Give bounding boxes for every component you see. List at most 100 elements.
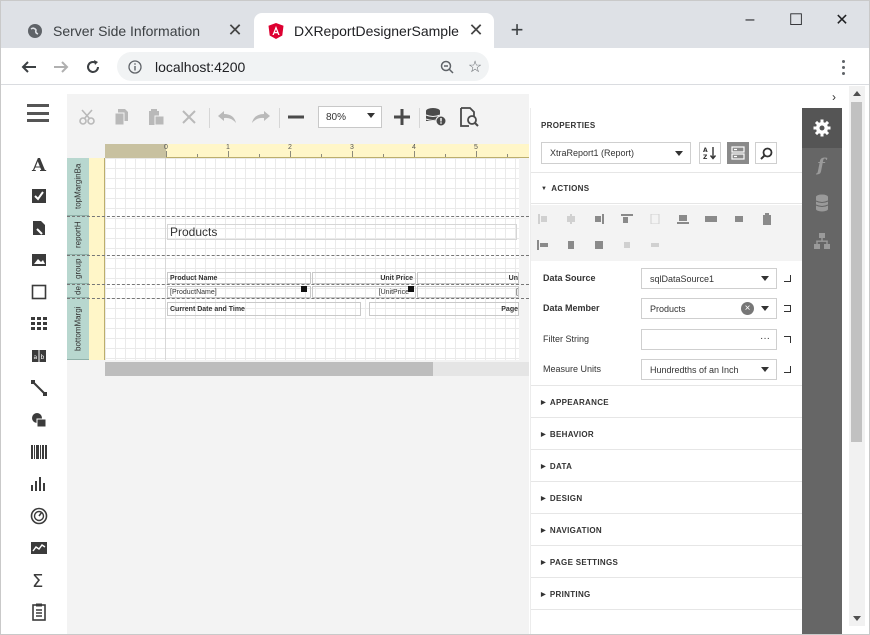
tab-dxreportdesignersample[interactable]: DXReportDesignerSample ✕: [254, 13, 494, 48]
align-right-icon[interactable]: [593, 213, 605, 225]
report-page[interactable]: Products Product Name Unit Price Un [Pro…: [105, 158, 519, 360]
delete-icon[interactable]: [181, 104, 197, 130]
center-horizontally-icon[interactable]: [733, 213, 745, 225]
product-name-field[interactable]: [ProductName]: [167, 286, 311, 298]
data-member-select[interactable]: Products ×: [641, 298, 777, 319]
bring-to-front-icon[interactable]: [649, 239, 661, 251]
align-bottom-icon[interactable]: [677, 213, 689, 225]
align-top-icon[interactable]: [621, 213, 633, 225]
scroll-up-arrow-icon[interactable]: [853, 91, 861, 96]
close-window-button[interactable]: ✕: [819, 7, 865, 33]
redo-icon[interactable]: [251, 104, 271, 130]
hamburger-menu-icon[interactable]: [27, 104, 49, 122]
property-marker-icon[interactable]: [784, 305, 791, 312]
section-navigation[interactable]: ▶ NAVIGATION: [531, 514, 802, 546]
units-header[interactable]: Un: [417, 272, 519, 284]
property-marker-icon[interactable]: [784, 275, 791, 282]
units-field[interactable]: [: [417, 286, 519, 298]
section-appearance[interactable]: ▶ APPEARANCE: [531, 385, 802, 418]
section-design[interactable]: ▶ DESIGN: [531, 482, 802, 514]
paste-icon[interactable]: [147, 104, 165, 130]
product-name-header[interactable]: Product Name: [167, 272, 311, 284]
copy-icon[interactable]: [113, 104, 131, 130]
validate-bindings-icon[interactable]: [425, 104, 447, 130]
page-vertical-scrollbar[interactable]: [849, 86, 865, 626]
object-selector[interactable]: XtraReport1 (Report): [541, 142, 691, 164]
unit-price-field[interactable]: [UnitPrice: [312, 286, 416, 298]
table-tool-icon[interactable]: [21, 308, 57, 340]
section-actions[interactable]: ▼ ACTIONS: [531, 172, 802, 204]
line-tool-icon[interactable]: [21, 372, 57, 404]
sparkline-tool-icon[interactable]: [21, 532, 57, 564]
preview-icon[interactable]: [459, 104, 479, 130]
band-top-margin[interactable]: topMarginBa: [67, 158, 89, 216]
character-comb-tool-icon[interactable]: ab: [21, 340, 57, 372]
barcode-tool-icon[interactable]: [21, 436, 57, 468]
zoom-select[interactable]: 80%: [318, 106, 382, 128]
unit-price-header[interactable]: Unit Price: [312, 272, 416, 284]
minimize-button[interactable]: –: [727, 7, 773, 33]
search-button[interactable]: [755, 142, 777, 164]
clear-icon[interactable]: ×: [741, 302, 754, 315]
rich-text-tool-icon[interactable]: [21, 212, 57, 244]
report-explorer-tab-hierarchy-icon[interactable]: [802, 222, 842, 260]
label-tool-icon[interactable]: A: [21, 148, 57, 180]
align-left-icon[interactable]: [537, 213, 549, 225]
measure-units-select[interactable]: Hundredths of an Inch: [641, 359, 777, 380]
info-icon[interactable]: [125, 57, 145, 77]
bookmark-star-icon[interactable]: ☆: [461, 57, 489, 77]
tab-server-side-information[interactable]: Server Side Information ✕: [13, 13, 253, 48]
zoom-icon[interactable]: [433, 60, 461, 74]
section-page-settings[interactable]: ▶ PAGE SETTINGS: [531, 546, 802, 578]
band-group-header[interactable]: group: [67, 255, 89, 284]
insert-band-icon[interactable]: [537, 239, 549, 251]
size-width-icon[interactable]: [621, 239, 633, 251]
maximize-button[interactable]: ☐: [773, 7, 819, 33]
gauge-tool-icon[interactable]: [21, 500, 57, 532]
page-info[interactable]: Page: [369, 302, 519, 316]
address-bar[interactable]: localhost:4200 ☆: [117, 52, 489, 81]
scrollbar-thumb[interactable]: [851, 102, 862, 442]
size-height-icon[interactable]: [593, 239, 605, 251]
back-button[interactable]: [15, 53, 43, 81]
zoom-out-icon[interactable]: [287, 104, 305, 130]
band-separator[interactable]: [67, 284, 529, 285]
band-separator[interactable]: [67, 298, 529, 299]
chart-tool-icon[interactable]: [21, 468, 57, 500]
align-middle-icon[interactable]: [649, 213, 661, 225]
reload-button[interactable]: [79, 53, 107, 81]
forward-button[interactable]: [47, 53, 75, 81]
shape-tool-icon[interactable]: [21, 404, 57, 436]
browser-menu-icon[interactable]: [833, 57, 853, 77]
expressions-tab-function-icon[interactable]: f: [802, 146, 842, 184]
section-printing[interactable]: ▶ PRINTING: [531, 578, 802, 610]
size-both-icon[interactable]: [565, 239, 577, 251]
new-tab-button[interactable]: +: [504, 17, 530, 43]
cut-icon[interactable]: [79, 104, 97, 130]
panel-tool-icon[interactable]: [21, 276, 57, 308]
smart-tag-icon[interactable]: [408, 286, 414, 292]
property-marker-icon[interactable]: [784, 366, 791, 373]
page-info-tool-icon[interactable]: [21, 596, 57, 628]
report-title-label[interactable]: Products: [167, 224, 517, 240]
collapse-panel-icon[interactable]: ›: [827, 90, 841, 104]
group-by-category-button[interactable]: [727, 142, 749, 164]
zoom-in-icon[interactable]: [393, 104, 411, 130]
band-separator[interactable]: [67, 255, 529, 256]
sort-alphabetically-button[interactable]: AZ: [699, 142, 721, 164]
date-time-info[interactable]: Current Date and Time: [167, 302, 361, 316]
size-to-grid-icon[interactable]: [705, 213, 717, 225]
scroll-down-arrow-icon[interactable]: [853, 616, 861, 621]
band-detail[interactable]: de: [67, 284, 89, 298]
undo-icon[interactable]: [217, 104, 237, 130]
clipboard-icon[interactable]: [761, 213, 773, 225]
field-list-tab-database-icon[interactable]: [802, 184, 842, 222]
data-source-select[interactable]: sqlDataSource1: [641, 268, 777, 289]
properties-tab-gear-icon[interactable]: [802, 109, 842, 147]
close-tab-icon[interactable]: ✕: [464, 19, 488, 43]
smart-tag-icon[interactable]: [301, 286, 307, 292]
design-surface[interactable]: 0 1 2 3 4 5 topMarginBa reportH group de…: [67, 140, 529, 634]
band-report-header[interactable]: reportH: [67, 216, 89, 255]
property-marker-icon[interactable]: [784, 336, 791, 343]
ellipsis-icon[interactable]: ···: [760, 333, 770, 344]
